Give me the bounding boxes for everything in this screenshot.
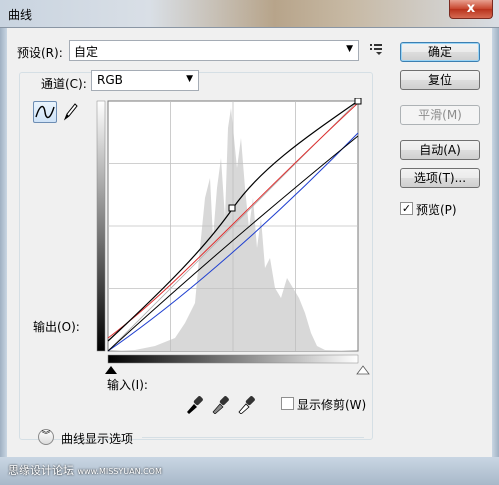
show-clipping-label: 显示修剪(W)	[297, 398, 367, 412]
chevron-down-icon: ▼	[346, 44, 353, 54]
watermark-url: www.MISSYUAN.COM	[77, 467, 162, 476]
expand-chevron-icon[interactable]: ︾	[38, 429, 54, 445]
dialog-body: 预设(R): 自定 ▼ 通道(C): RGB ▼ 输出(O): 输入(I): 显…	[7, 28, 492, 457]
channel-dropdown[interactable]: RGB ▼	[91, 70, 199, 91]
preset-dropdown[interactable]: 自定 ▼	[69, 40, 359, 61]
options-button[interactable]: 选项(T)...	[400, 168, 480, 188]
reset-button[interactable]: 复位	[400, 70, 480, 90]
chevron-down-icon: ▼	[186, 74, 193, 84]
window-frame-left	[0, 28, 7, 457]
close-button[interactable]: x	[449, 0, 493, 19]
white-eyedropper-icon[interactable]	[237, 394, 255, 415]
ok-button[interactable]: 确定	[400, 42, 480, 62]
pencil-tool[interactable]	[61, 101, 79, 123]
curve-graph[interactable]	[95, 98, 370, 398]
output-gradient-bar	[96, 100, 106, 352]
black-eyedropper-icon[interactable]	[185, 394, 203, 414]
output-label: 输出(O):	[33, 320, 80, 334]
black-point-slider[interactable]	[105, 366, 117, 374]
watermark: 思缘设计论坛 www.MISSYUAN.COM	[8, 462, 162, 478]
pencil-icon	[63, 103, 78, 121]
curve-icon	[35, 105, 55, 119]
input-label: 输入(I):	[107, 378, 148, 392]
window-frame-right	[492, 28, 499, 457]
channel-label: 通道(C):	[39, 75, 89, 92]
curve-control-point[interactable]	[228, 204, 236, 212]
curve-endpoint[interactable]	[354, 98, 362, 105]
channel-value: RGB	[97, 73, 123, 87]
preview-label: 预览(P)	[416, 203, 457, 217]
preset-value: 自定	[74, 45, 99, 59]
preset-options-icon[interactable]	[369, 42, 383, 56]
gray-eyedropper-icon[interactable]	[211, 394, 229, 415]
curve-point-tool[interactable]	[33, 101, 57, 123]
preset-label: 预设(R):	[17, 46, 63, 60]
divider	[142, 437, 364, 438]
preview-checkbox[interactable]: ✓	[400, 202, 413, 215]
curve-display-options-label[interactable]: 曲线显示选项	[61, 430, 133, 447]
show-clipping-checkbox[interactable]	[281, 397, 294, 410]
watermark-text: 思缘设计论坛	[8, 464, 74, 477]
smooth-button: 平滑(M)	[400, 105, 480, 125]
window-title: 曲线	[8, 8, 33, 22]
auto-button[interactable]: 自动(A)	[400, 140, 480, 160]
title-bar: 曲线 x	[0, 0, 499, 28]
white-point-slider[interactable]	[356, 365, 370, 375]
input-gradient-bar	[107, 354, 359, 364]
